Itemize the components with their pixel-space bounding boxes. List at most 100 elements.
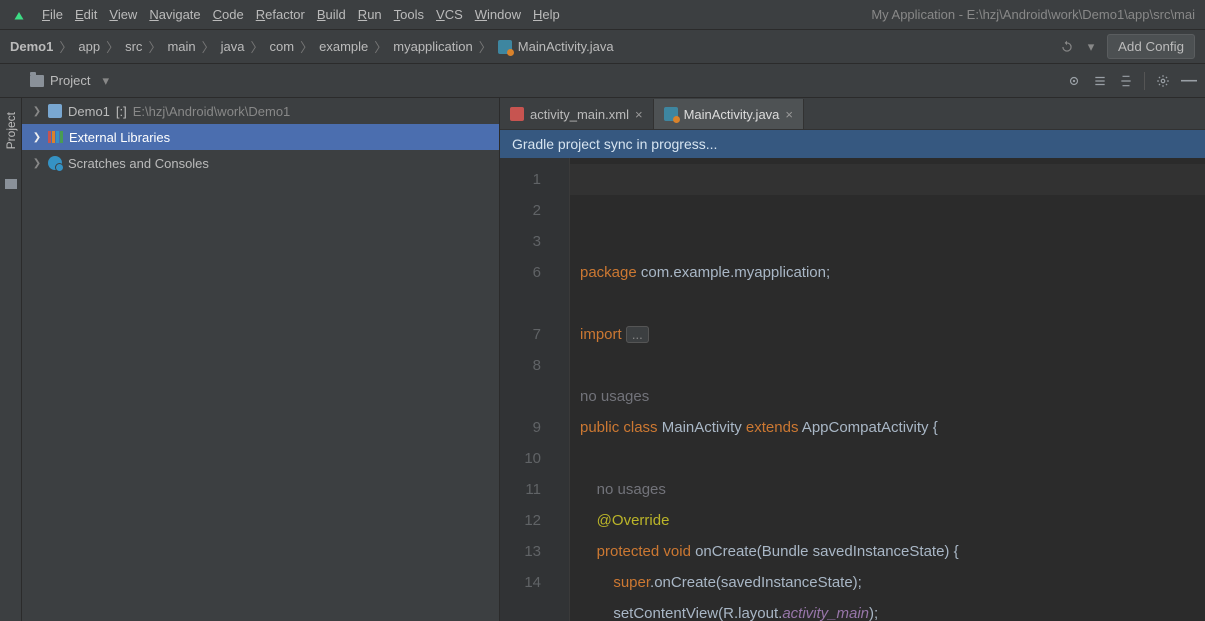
close-tab-icon[interactable]: × xyxy=(635,107,643,122)
breadcrumb-item[interactable]: src xyxy=(125,39,142,54)
expand-all-icon[interactable] xyxy=(1092,73,1108,89)
dropdown-arrow-icon[interactable]: ▾ xyxy=(1083,39,1099,55)
menu-navigate[interactable]: Navigate xyxy=(149,7,200,22)
code-line[interactable]: @Override xyxy=(580,505,1195,536)
menu-tools[interactable]: Tools xyxy=(394,7,424,22)
code-line[interactable] xyxy=(580,350,1195,381)
breadcrumb-item[interactable]: main xyxy=(167,39,195,54)
expand-arrow-icon[interactable]: ❯ xyxy=(32,132,42,143)
gutter: 1236 78 91011121314 xyxy=(500,158,570,621)
editor-tab[interactable]: MainActivity.java × xyxy=(654,99,804,129)
breadcrumb-separator: 〉 xyxy=(106,37,119,56)
project-label: Project xyxy=(50,73,90,88)
line-number: 12 xyxy=(506,505,541,536)
close-tab-icon[interactable]: × xyxy=(785,107,793,122)
editor: activity_main.xml × MainActivity.java × Gra… xyxy=(500,98,1205,621)
java-file-icon xyxy=(664,107,678,121)
code-line[interactable]: public class MainActivity extends AppCom… xyxy=(580,412,1195,443)
xml-file-icon xyxy=(510,107,524,121)
code-line[interactable]: super.onCreate(savedInstanceState); xyxy=(580,567,1195,598)
breadcrumb-item[interactable]: java xyxy=(221,39,245,54)
sync-icon[interactable] xyxy=(1059,39,1075,55)
editor-tabs: activity_main.xml × MainActivity.java × xyxy=(500,98,1205,130)
code-line[interactable] xyxy=(580,288,1195,319)
breadcrumb-separator: 〉 xyxy=(148,37,161,56)
line-number: 9 xyxy=(506,412,541,443)
menu-code[interactable]: Code xyxy=(213,7,244,22)
breadcrumb-item[interactable]: myapplication xyxy=(393,39,473,54)
tree-label: External Libraries xyxy=(69,130,170,145)
resource-manager-icon[interactable] xyxy=(5,179,17,189)
android-studio-logo xyxy=(10,6,28,24)
breadcrumb-separator: 〉 xyxy=(300,37,313,56)
breadcrumb-separator: 〉 xyxy=(374,37,387,56)
divider xyxy=(1144,72,1145,90)
code-line[interactable]: setContentView(R.layout.activity_main); xyxy=(580,598,1195,621)
project-tool-header: Project ▾ — xyxy=(0,64,1205,98)
breadcrumb-item[interactable]: Demo1 xyxy=(10,39,53,54)
tree-suffix: [:] xyxy=(116,104,127,119)
tree-label: Scratches and Consoles xyxy=(68,156,209,171)
project-tree[interactable]: ❯ Demo1 [:] E:\hzj\Android\work\Demo1 ❯ Ext… xyxy=(22,98,500,621)
expand-arrow-icon[interactable]: ❯ xyxy=(32,158,42,169)
breadcrumb-separator: 〉 xyxy=(251,37,264,56)
tree-path: E:\hzj\Android\work\Demo1 xyxy=(133,104,291,119)
code-line[interactable]: no usages xyxy=(580,381,1195,412)
folder-icon xyxy=(30,75,44,87)
collapse-all-icon[interactable] xyxy=(1118,73,1134,89)
tree-row[interactable]: ❯ Demo1 [:] E:\hzj\Android\work\Demo1 xyxy=(22,98,499,124)
line-number: 3 xyxy=(506,226,541,257)
breadcrumb-item[interactable]: com xyxy=(270,39,295,54)
code-line[interactable]: package com.example.myapplication; xyxy=(580,257,1195,288)
breadcrumb-item[interactable]: MainActivity.java xyxy=(518,39,614,54)
project-tool-button[interactable]: Project xyxy=(4,112,18,149)
line-number: 7 xyxy=(506,319,541,350)
menu-refactor[interactable]: Refactor xyxy=(256,7,305,22)
menu-bar: File Edit View Navigate Code Refactor Build Run… xyxy=(0,0,1205,30)
line-number: 11 xyxy=(506,474,541,505)
line-number: 1 xyxy=(506,164,541,195)
gradle-sync-banner: Gradle project sync in progress... xyxy=(500,130,1205,158)
window-title: My Application - E:\hzj\Android\work\Dem… xyxy=(871,7,1195,22)
menu-window[interactable]: Window xyxy=(475,7,521,22)
menu-build[interactable]: Build xyxy=(317,7,346,22)
breadcrumb-item[interactable]: example xyxy=(319,39,368,54)
locate-icon[interactable] xyxy=(1066,73,1082,89)
line-number: 14 xyxy=(506,567,541,598)
line-number: 2 xyxy=(506,195,541,226)
minimize-icon[interactable]: — xyxy=(1181,73,1197,89)
code-line[interactable]: import ... xyxy=(580,319,1195,350)
breadcrumb-separator: 〉 xyxy=(59,37,72,56)
menu-edit[interactable]: Edit xyxy=(75,7,97,22)
editor-tab[interactable]: activity_main.xml × xyxy=(500,99,654,129)
tab-label: activity_main.xml xyxy=(530,107,629,122)
menu-run[interactable]: Run xyxy=(358,7,382,22)
code-line[interactable]: no usages xyxy=(580,474,1195,505)
module-icon xyxy=(48,104,62,118)
code-area[interactable]: package com.example.myapplication; impor… xyxy=(570,158,1205,621)
code-line[interactable] xyxy=(580,443,1195,474)
expand-arrow-icon[interactable]: ❯ xyxy=(32,106,42,117)
left-tool-strip: Project xyxy=(0,98,22,621)
menu-help[interactable]: Help xyxy=(533,7,560,22)
breadcrumb-separator: 〉 xyxy=(479,37,492,56)
breadcrumb-item[interactable]: app xyxy=(78,39,100,54)
tree-label: Demo1 xyxy=(68,104,110,119)
line-number xyxy=(506,381,541,412)
line-number: 13 xyxy=(506,536,541,567)
tab-label: MainActivity.java xyxy=(684,107,780,122)
navigation-bar: Demo1 〉 app 〉 src 〉 main 〉 java 〉 com 〉 example 〉 myap… xyxy=(0,30,1205,64)
libs-icon xyxy=(48,131,63,143)
add-configuration-button[interactable]: Add Config xyxy=(1107,34,1195,59)
settings-icon[interactable] xyxy=(1155,73,1171,89)
breadcrumb-separator: 〉 xyxy=(202,37,215,56)
java-file-icon xyxy=(498,40,512,54)
menu-file[interactable]: File xyxy=(42,7,63,22)
project-view-dropdown-icon[interactable]: ▾ xyxy=(102,73,109,89)
tree-row[interactable]: ❯ Scratches and Consoles xyxy=(22,150,499,176)
menu-view[interactable]: View xyxy=(109,7,137,22)
tree-row[interactable]: ❯ External Libraries xyxy=(22,124,499,150)
line-number xyxy=(506,288,541,319)
menu-vcs[interactable]: VCS xyxy=(436,7,463,22)
code-line[interactable]: protected void onCreate(Bundle savedInst… xyxy=(580,536,1195,567)
